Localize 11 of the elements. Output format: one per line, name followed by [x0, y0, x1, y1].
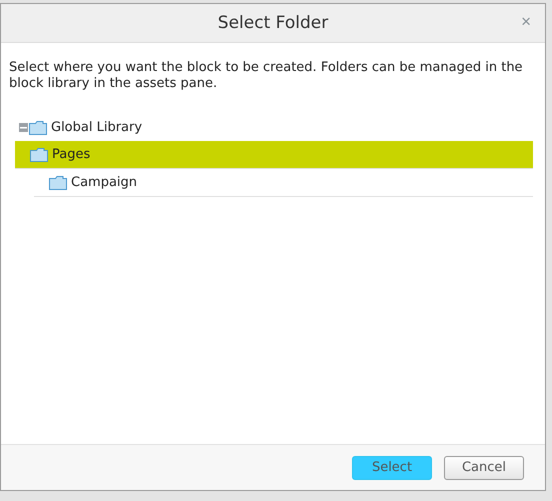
collapse-icon[interactable]: [19, 123, 28, 132]
tree-item[interactable]: Campaign: [34, 169, 533, 197]
tree-item[interactable]: Pages: [15, 141, 533, 169]
folder-icon: [49, 176, 67, 190]
select-button[interactable]: Select: [352, 456, 432, 480]
cancel-button[interactable]: Cancel: [444, 456, 524, 480]
tree-item[interactable]: Global Library: [15, 114, 533, 141]
description-text: Select where you want the block to be created. Folders can be managed in the block library in the assets pane.: [9, 60, 524, 92]
folder-icon: [30, 148, 48, 162]
dialog-title: Select Folder: [218, 13, 328, 33]
folder-icon: [29, 120, 47, 134]
